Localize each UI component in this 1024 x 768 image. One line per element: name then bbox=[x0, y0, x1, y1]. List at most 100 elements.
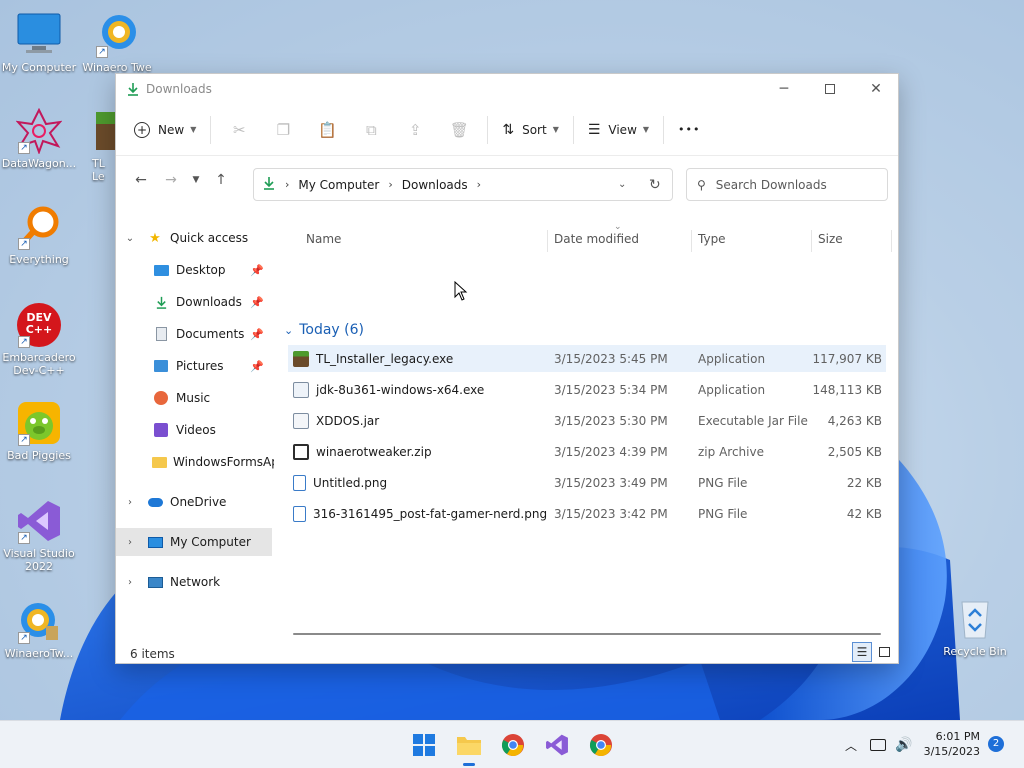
forward-button[interactable]: → bbox=[156, 165, 186, 195]
column-divider[interactable] bbox=[547, 230, 548, 252]
pin-icon: 📌 bbox=[250, 263, 264, 277]
search-box[interactable]: ⚲ bbox=[686, 168, 888, 201]
clock[interactable]: 6:01 PM 3/15/2023 bbox=[916, 729, 980, 759]
file-date: 3/15/2023 5:34 PM bbox=[554, 382, 668, 397]
column-header-type[interactable]: Type bbox=[698, 224, 726, 254]
volume-button[interactable]: 🔊 bbox=[895, 721, 912, 768]
taskbar-visual-studio[interactable] bbox=[543, 731, 571, 759]
desktop-icon-everything[interactable]: ↗ Everything bbox=[0, 204, 78, 266]
sidebar-item-my-computer[interactable]: › My Computer bbox=[116, 528, 272, 556]
sort-indicator-icon: ⌄ bbox=[614, 222, 622, 232]
desktop-icon-tl[interactable]: TL Le bbox=[78, 108, 118, 183]
cut-icon[interactable]: ✂ bbox=[227, 118, 251, 142]
horizontal-scrollbar[interactable] bbox=[293, 633, 881, 635]
desktop-icon-bad-piggies[interactable]: ↗ Bad Piggies bbox=[0, 400, 78, 462]
speaker-icon: 🔊 bbox=[895, 737, 913, 753]
file-type: PNG File bbox=[698, 506, 748, 521]
file-type: zip Archive bbox=[698, 444, 764, 459]
table-row[interactable]: 316-3161495_post-fat-gamer-nerd.png 3/15… bbox=[288, 500, 886, 527]
column-divider[interactable] bbox=[691, 230, 692, 252]
desktop-icon-datawagon[interactable]: ↗ DataWagon... bbox=[0, 107, 78, 170]
breadcrumb-current[interactable]: Downloads bbox=[402, 178, 468, 192]
column-divider[interactable] bbox=[811, 230, 812, 252]
taskbar-chrome[interactable] bbox=[499, 731, 527, 759]
table-row[interactable]: XDDOS.jar 3/15/2023 5:30 PM Executable J… bbox=[288, 407, 886, 434]
table-row[interactable]: winaerotweaker.zip 3/15/2023 4:39 PM zip… bbox=[288, 438, 886, 465]
file-date: 3/15/2023 3:49 PM bbox=[554, 475, 668, 490]
file-date: 3/15/2023 5:30 PM bbox=[554, 413, 668, 428]
search-input[interactable] bbox=[715, 177, 876, 192]
taskbar-file-explorer[interactable] bbox=[455, 731, 483, 766]
shortcut-arrow-icon: ↗ bbox=[96, 46, 108, 58]
desktop-icon-winaero-tweaker[interactable]: ↗ WinaeroTw... bbox=[0, 598, 78, 660]
sidebar-item-network[interactable]: › Network bbox=[116, 568, 272, 596]
paste-icon[interactable]: 📋 bbox=[315, 118, 339, 142]
devcpp-icon: DEV C++ ↗ bbox=[16, 302, 62, 348]
more-options-button[interactable]: ••• bbox=[670, 114, 708, 146]
details-view-button[interactable]: ☰ bbox=[852, 642, 872, 662]
breadcrumb-root[interactable]: My Computer bbox=[298, 178, 379, 192]
network-icon bbox=[870, 739, 886, 751]
network-status-button[interactable] bbox=[870, 721, 886, 768]
desktop-icon-label: Visual Studio 2022 bbox=[3, 547, 75, 573]
sidebar-item-music[interactable]: Music bbox=[116, 384, 272, 412]
copy-icon[interactable]: ❐ bbox=[271, 118, 295, 142]
tiles-view-button[interactable] bbox=[874, 642, 894, 662]
desktop-icon-visual-studio[interactable]: ↗ Visual Studio 2022 bbox=[0, 498, 78, 573]
notification-badge[interactable]: 2 bbox=[988, 736, 1004, 752]
sidebar-item-windowsformsapp[interactable]: WindowsFormsAp bbox=[116, 448, 274, 476]
sidebar-item-onedrive[interactable]: › OneDrive bbox=[116, 488, 272, 516]
new-button[interactable]: + New ▼ bbox=[132, 114, 204, 146]
sidebar-item-downloads[interactable]: Downloads 📌 bbox=[116, 288, 272, 316]
mouse-cursor-icon bbox=[454, 280, 468, 304]
table-row[interactable]: jdk-8u361-windows-x64.exe 3/15/2023 5:34… bbox=[288, 376, 886, 403]
sidebar-item-pictures[interactable]: Pictures 📌 bbox=[116, 352, 272, 380]
delete-icon[interactable]: 🗑 bbox=[447, 118, 471, 142]
sidebar-item-documents[interactable]: Documents 📌 bbox=[116, 320, 272, 348]
address-dropdown-icon[interactable]: ⌄ bbox=[618, 179, 626, 190]
sidebar-item-quick-access[interactable]: ⌄ ★ Quick access bbox=[116, 224, 272, 252]
group-header-label: Today (6) bbox=[299, 322, 364, 338]
taskbar-chrome-2[interactable] bbox=[587, 731, 615, 759]
file-type: Executable Jar File bbox=[698, 413, 808, 428]
desktop-icon-my-computer[interactable]: My Computer bbox=[0, 12, 78, 74]
back-button[interactable]: ← bbox=[126, 165, 156, 195]
plus-circle-icon: + bbox=[134, 121, 150, 138]
explorer-window[interactable]: Downloads ─ ✕ + New ▼ ✂ ❐ 📋 ⧉ ⇪ 🗑 ⇅ Sort… bbox=[115, 73, 899, 664]
sidebar-item-videos[interactable]: Videos bbox=[116, 416, 272, 444]
file-list: Name Date modified ⌄ Type Size ⌄ Today (… bbox=[276, 222, 900, 632]
sort-button[interactable]: ⇅ Sort ▼ bbox=[494, 114, 567, 146]
start-button[interactable] bbox=[410, 731, 438, 759]
column-header-name[interactable]: Name bbox=[306, 224, 341, 254]
desktop-icon-label: TL Le bbox=[92, 157, 105, 183]
column-header-size[interactable]: Size bbox=[818, 224, 843, 254]
chevron-down-icon: ▼ bbox=[190, 125, 197, 134]
table-row[interactable]: Untitled.png 3/15/2023 3:49 PM PNG File … bbox=[288, 469, 886, 496]
group-header-today[interactable]: ⌄ Today (6) bbox=[284, 320, 364, 340]
toolbar-separator bbox=[210, 115, 212, 144]
refresh-icon[interactable]: ↻ bbox=[649, 177, 661, 193]
column-divider[interactable] bbox=[891, 230, 892, 252]
minimize-icon: ─ bbox=[779, 81, 789, 97]
sidebar-item-label: Pictures bbox=[176, 359, 224, 373]
desktop-icon-recycle-bin[interactable]: Recycle Bin bbox=[936, 596, 1014, 658]
view-button[interactable]: ☰ View ▼ bbox=[580, 114, 657, 146]
music-icon bbox=[152, 390, 170, 406]
desktop-icon-devcpp[interactable]: DEV C++ ↗ Embarcadero Dev-C++ bbox=[0, 302, 78, 377]
rename-icon[interactable]: ⧉ bbox=[359, 118, 383, 142]
minimize-button[interactable]: ─ bbox=[761, 74, 807, 104]
address-bar[interactable]: › My Computer › Downloads › ⌄ ↻ bbox=[253, 168, 673, 201]
share-icon[interactable]: ⇪ bbox=[403, 118, 427, 142]
column-header-date[interactable]: Date modified bbox=[554, 224, 639, 254]
maximize-button[interactable] bbox=[807, 74, 853, 104]
sidebar-item-desktop[interactable]: Desktop 📌 bbox=[116, 256, 272, 284]
file-name: 316-3161495_post-fat-gamer-nerd.png bbox=[313, 506, 548, 521]
show-hidden-icons-button[interactable]: ︿ bbox=[845, 721, 857, 768]
up-button[interactable]: ↑ bbox=[206, 165, 236, 195]
close-button[interactable]: ✕ bbox=[853, 74, 899, 104]
desktop-icon-winaero[interactable]: ↗ Winaero Twe bbox=[78, 12, 156, 74]
file-size: 2,505 KB bbox=[827, 444, 882, 459]
recent-locations-button[interactable]: ▼ bbox=[186, 165, 206, 195]
file-name: jdk-8u361-windows-x64.exe bbox=[316, 382, 485, 397]
table-row[interactable]: TL_Installer_legacy.exe 3/15/2023 5:45 P… bbox=[288, 345, 886, 372]
